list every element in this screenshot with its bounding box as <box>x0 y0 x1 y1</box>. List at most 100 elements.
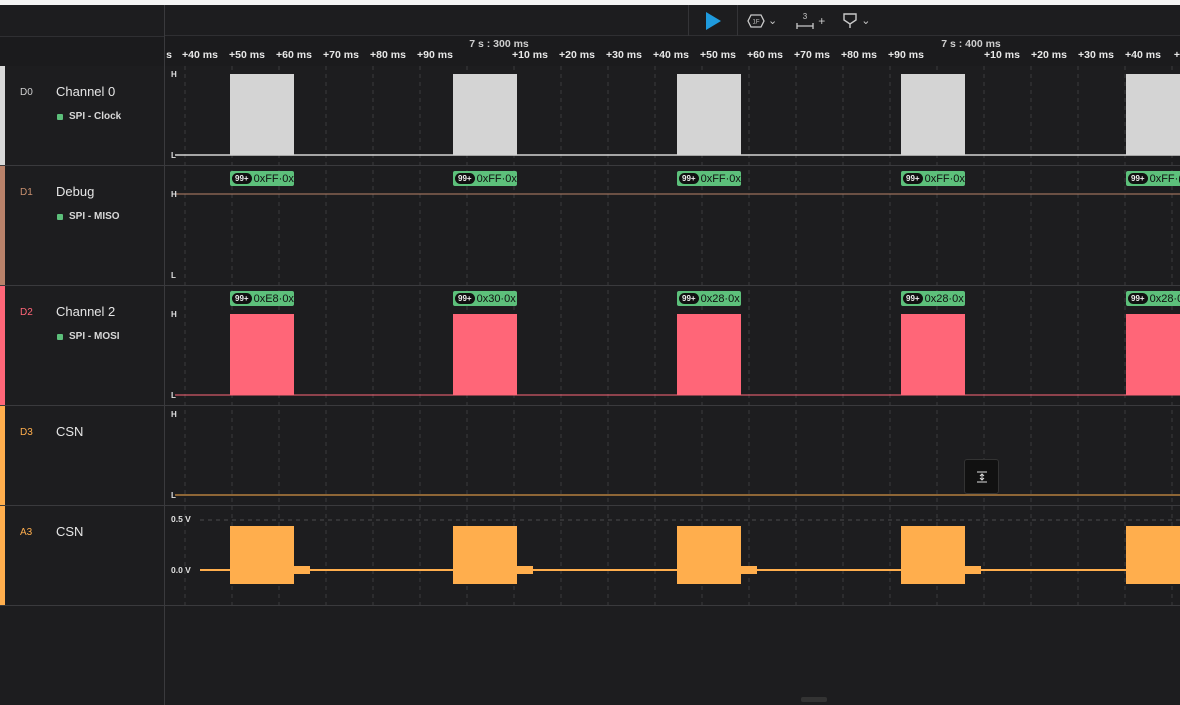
waveform-d2[interactable]: H L 99+ 0xE8·0x 99+ 0x30·0x 99+ 0x28·0x 99+ 0x28·… <box>165 286 1180 406</box>
ruler-time-label: 7 s : 400 ms <box>941 38 1001 50</box>
channel-name[interactable]: Channel 0 <box>56 84 115 99</box>
analyzer-dot-icon <box>57 333 63 340</box>
ruler-tick: +50 ms <box>700 49 736 61</box>
ruler-tick: +10 ms <box>984 49 1020 61</box>
channel-row-d2[interactable]: D2 Channel 2 SPI - MOSI <box>0 286 164 406</box>
decoded-frame[interactable]: 99+ 0x28·0x <box>901 291 965 306</box>
level-high-label: H <box>171 70 177 79</box>
marker-icon <box>843 12 857 28</box>
frame-count-badge: 99+ <box>455 293 475 304</box>
voltage-top-label: 0.5 V <box>171 514 191 524</box>
play-button[interactable] <box>689 5 737 36</box>
waveform-trace <box>175 494 1180 496</box>
waveform-d3[interactable]: HL <box>165 406 1180 506</box>
decoded-frame[interactable]: 99+ 0xFF·0x <box>677 171 741 186</box>
analyzer-tag[interactable]: SPI - MISO <box>57 211 120 222</box>
analyzer-tag[interactable]: SPI - MOSI <box>57 331 120 342</box>
analyzer-dot-icon <box>57 113 63 120</box>
decoded-frame[interactable]: 99+ 0x30·0x <box>453 291 517 306</box>
waveform-trace <box>175 74 1180 156</box>
channel-row-d1[interactable]: D1 Debug SPI - MISO <box>0 166 164 286</box>
marker-button[interactable]: ⌄ <box>834 5 879 36</box>
decoded-frame[interactable]: 99+ 0x28·0x <box>677 291 741 306</box>
waveform-trace <box>175 193 1180 195</box>
ruler-tick: +30 ms <box>1078 49 1114 61</box>
frame-count-badge: 99+ <box>679 293 699 304</box>
horizontal-scrollbar[interactable] <box>801 697 827 702</box>
waveform-d0[interactable]: HL <box>165 66 1180 166</box>
decoded-frame[interactable]: 99+ 0xFF·0x <box>230 171 294 186</box>
analog-tail <box>965 566 981 574</box>
level-low-label: L <box>171 491 176 500</box>
frame-value: 0xFF·0x <box>476 172 517 185</box>
ruler-tick: +70 ms <box>794 49 830 61</box>
analyzer-tag[interactable]: SPI - Clock <box>57 111 121 122</box>
measure-icon: 3 <box>796 12 814 29</box>
level-low-label: L <box>171 151 176 160</box>
level-high-label: H <box>171 190 177 199</box>
fit-height-button[interactable] <box>964 459 999 494</box>
waveform-area[interactable]: H L H L 99+ 0xFF·0x 99+ 0xFF·0x 99+ 0xFF·0x 99+ 0xF… <box>165 66 1180 705</box>
time-ruler[interactable]: s +40 ms +50 ms +60 ms +70 ms +80 ms +90 ms +10… <box>165 36 1180 66</box>
toolbar-group: 1F ⌄ 3 + ⌄ <box>688 5 879 36</box>
toolbar: 1F ⌄ 3 + ⌄ <box>0 5 1180 36</box>
channel-color-bar <box>0 406 5 505</box>
frame-count-badge: 99+ <box>232 173 252 184</box>
frame-value: 0xE8·0x <box>253 292 294 305</box>
logic-analyzer-window: 1F ⌄ 3 + ⌄ s +40 ms +50 ms +60 ms +70 ms +80 … <box>0 0 1180 705</box>
channel-name[interactable]: Debug <box>56 184 94 199</box>
frame-value: 0xFF·0x <box>700 172 741 185</box>
ruler-tick: +90 ms <box>417 49 453 61</box>
chevron-down-icon: ⌄ <box>768 15 778 27</box>
ruler-tick: +20 ms <box>1031 49 1067 61</box>
mosi-pulse <box>1126 314 1180 395</box>
channel-row-a3[interactable]: A3 CSN <box>0 506 164 606</box>
decoded-frame[interactable]: 99+ 0xFF·( <box>1126 171 1180 186</box>
channel-row-d0[interactable]: D0 Channel 0 SPI - Clock <box>0 66 164 166</box>
voltage-zero-label: 0.0 V <box>171 565 191 575</box>
trigger-glyph: 1F <box>752 19 759 25</box>
channel-name[interactable]: Channel 2 <box>56 304 115 319</box>
decoded-frame[interactable]: 99+ 0x28·0 <box>1126 291 1180 306</box>
channel-label-panel: D0 Channel 0 SPI - Clock D1 Debug SPI - MISO D… <box>0 66 165 705</box>
analog-burst <box>677 526 741 584</box>
ruler-tick: +90 ms <box>888 49 924 61</box>
mosi-pulse <box>677 314 741 395</box>
channel-name[interactable]: CSN <box>56 424 83 439</box>
ruler-tick: +50 ms <box>229 49 265 61</box>
channel-header-bar <box>0 36 164 66</box>
ruler-tick: +60 ms <box>276 49 312 61</box>
frame-count-badge: 99+ <box>903 173 923 184</box>
ruler-tick: +40 ms <box>653 49 689 61</box>
analog-burst <box>1126 526 1180 584</box>
play-icon <box>706 11 721 30</box>
trigger-mode-button[interactable]: 1F ⌄ <box>738 5 786 36</box>
analyzer-label: SPI - MISO <box>69 211 120 222</box>
frame-value: 0xFF·0x <box>924 172 965 185</box>
fit-icon <box>976 471 987 482</box>
waveform-trace <box>200 519 1180 584</box>
channel-color-bar <box>0 506 5 605</box>
analog-tail <box>741 566 757 574</box>
analog-burst <box>453 526 517 584</box>
decoded-frame[interactable]: 99+ 0xFF·0x <box>453 171 517 186</box>
ruler-tick: +60 ms <box>747 49 783 61</box>
level-high-label: H <box>171 310 177 319</box>
analog-tail <box>517 566 533 574</box>
channel-name[interactable]: CSN <box>56 524 83 539</box>
decoded-frame[interactable]: 99+ 0xFF·0x <box>901 171 965 186</box>
mosi-pulse <box>901 314 965 395</box>
ruler-tick: s <box>166 49 172 61</box>
clock-pulse <box>1126 74 1180 155</box>
waveform-d1[interactable]: H L 99+ 0xFF·0x 99+ 0xFF·0x 99+ 0xFF·0x 99+ 0xFF·… <box>165 166 1180 286</box>
frame-count-badge: 99+ <box>455 173 475 184</box>
analyzer-label: SPI - Clock <box>69 111 122 122</box>
decoded-frame[interactable]: 99+ 0xE8·0x <box>230 291 294 306</box>
ruler-tick: +20 ms <box>559 49 595 61</box>
channel-id: A3 <box>20 527 33 538</box>
waveform-a3[interactable]: 0.5 V 0.0 V <box>165 506 1180 606</box>
measure-button[interactable]: 3 + <box>786 5 834 36</box>
mosi-pulse <box>230 314 294 395</box>
channel-row-d3[interactable]: D3 CSN <box>0 406 164 506</box>
frame-count-badge: 99+ <box>679 173 699 184</box>
